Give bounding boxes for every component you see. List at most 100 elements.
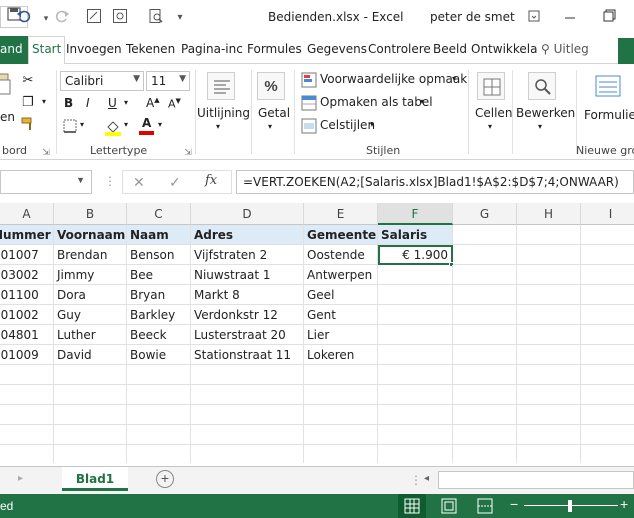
cells-dropdown-icon[interactable]: ▾ [488, 122, 492, 131]
scroll-left-icon[interactable]: ◂ [424, 473, 429, 484]
alignment-dropdown-icon[interactable]: ▾ [216, 122, 220, 131]
sheet-tab-blad1[interactable]: Blad1 [62, 467, 128, 491]
tab-tekenen[interactable]: Tekenen [126, 42, 175, 56]
table-cell[interactable]: Niuwstraat 1 [191, 265, 304, 285]
empty-cell[interactable] [517, 265, 581, 285]
cell-styles-button[interactable]: Celstijlen [320, 118, 375, 132]
tell-me[interactable]: ⚲ Uitleg [541, 42, 589, 56]
table-cell[interactable]: Geel [304, 285, 378, 305]
table-cell[interactable]: Jimmy [54, 265, 127, 285]
active-cell-f2[interactable]: € 1.900 [378, 245, 453, 265]
number-dropdown-icon[interactable]: ▾ [268, 122, 272, 131]
table-cell[interactable]: Barkley [127, 305, 191, 325]
horizontal-scrollbar[interactable] [438, 471, 634, 489]
editing-search-icon[interactable] [528, 72, 556, 100]
format-as-table-dropdown-icon[interactable]: ▾ [420, 97, 424, 106]
table-cell[interactable]: 201009 [0, 345, 54, 365]
paste-label[interactable]: en [0, 110, 15, 124]
column-header-g[interactable]: G [453, 203, 517, 225]
bold-button[interactable]: B [64, 96, 73, 110]
clipboard-launcher-icon[interactable]: ⇲ [38, 144, 54, 160]
table-cell[interactable]: 201007 [0, 245, 54, 265]
redo-icon[interactable] [52, 8, 72, 28]
table-cell[interactable]: Antwerpen [304, 265, 378, 285]
empty-cell[interactable] [517, 345, 581, 365]
ribbon-display-icon[interactable] [522, 6, 546, 28]
font-launcher-icon[interactable]: ⇲ [180, 144, 196, 160]
editing-dropdown-icon[interactable]: ▾ [538, 122, 542, 131]
copy-icon[interactable]: ❐ [20, 94, 36, 110]
borders-icon[interactable] [62, 118, 78, 134]
empty-cell[interactable] [581, 285, 634, 305]
column-header-d[interactable]: D [191, 203, 304, 225]
table-cell[interactable]: Oostende [304, 245, 378, 265]
tab-file[interactable]: and [0, 36, 28, 64]
table-cell[interactable] [378, 325, 453, 345]
paste-icon[interactable] [0, 70, 12, 106]
empty-rows[interactable] [0, 365, 634, 463]
page-layout-view-icon[interactable] [440, 498, 458, 517]
zoom-slider-thumb[interactable] [568, 500, 572, 512]
table-cell[interactable]: Brendan [54, 245, 127, 265]
table-cell[interactable]: Guy [54, 305, 127, 325]
tab-beeld[interactable]: Beeld [433, 42, 467, 56]
empty-cell[interactable] [517, 305, 581, 325]
table-cell[interactable]: Bowie [127, 345, 191, 365]
copy-dropdown-icon[interactable]: ▾ [36, 94, 52, 110]
share-area[interactable] [618, 38, 634, 64]
empty-cell[interactable] [581, 245, 634, 265]
customize-qat-icon[interactable]: ▾ [170, 8, 190, 28]
table-cell[interactable] [378, 265, 453, 285]
table-cell[interactable]: 204801 [0, 325, 54, 345]
column-header-b[interactable]: B [54, 203, 127, 225]
cut-icon[interactable]: ✂ [20, 72, 36, 88]
tab-start[interactable]: Start [28, 36, 66, 65]
header-cell-salaris[interactable]: Salaris [378, 225, 453, 245]
header-cell-voornaam[interactable]: Voornaam [54, 225, 127, 245]
tab-ontwikkelaars[interactable]: Ontwikkela [471, 42, 537, 56]
format-painter-icon[interactable] [20, 116, 36, 132]
minimize-icon[interactable] [558, 6, 582, 28]
grow-font-button[interactable]: A▲ [146, 96, 160, 110]
name-box[interactable]: ▼ [0, 170, 92, 194]
empty-cell[interactable] [453, 265, 517, 285]
zoom-out-button[interactable]: − [510, 496, 518, 512]
empty-cell[interactable] [581, 265, 634, 285]
alignment-label[interactable]: Uitlijning [197, 106, 250, 120]
table-cell[interactable]: Stationstraat 11 [191, 345, 304, 365]
empty-cell[interactable] [581, 345, 634, 365]
table-cell[interactable]: Luther [54, 325, 127, 345]
empty-cell[interactable] [453, 345, 517, 365]
shrink-font-button[interactable]: A▼ [168, 97, 181, 111]
normal-view-icon[interactable] [398, 494, 426, 518]
quick-access-icon-1[interactable] [84, 8, 104, 28]
fill-color-icon[interactable] [104, 118, 121, 136]
table-cell[interactable]: Gent [304, 305, 378, 325]
cell-styles-dropdown-icon[interactable]: ▾ [370, 120, 374, 129]
quick-access-icon-2[interactable] [110, 8, 130, 28]
underline-dropdown-icon[interactable]: ▾ [124, 98, 128, 107]
name-box-dropdown-icon[interactable]: ▼ [76, 175, 85, 185]
table-cell[interactable]: Lokeren [304, 345, 378, 365]
enter-icon[interactable]: ✓ [169, 174, 181, 191]
restore-icon[interactable] [596, 6, 620, 28]
table-cell[interactable]: Benson [127, 245, 191, 265]
alignment-icon[interactable] [207, 72, 235, 100]
empty-cell[interactable] [517, 285, 581, 305]
table-cell[interactable]: Bee [127, 265, 191, 285]
font-color-dropdown-icon[interactable]: ▾ [158, 120, 162, 129]
empty-cell[interactable] [517, 225, 581, 245]
table-cell[interactable]: Lier [304, 325, 378, 345]
cancel-icon[interactable]: ✕ [133, 174, 145, 191]
tab-pagina-indeling[interactable]: Pagina-inc [181, 42, 243, 56]
table-cell[interactable]: Markt 8 [191, 285, 304, 305]
number-label[interactable]: Getal [258, 106, 290, 120]
table-cell[interactable] [378, 305, 453, 325]
empty-cell[interactable] [453, 245, 517, 265]
empty-cell[interactable] [581, 225, 634, 245]
tab-split-icon[interactable]: ⋮ [410, 473, 422, 487]
column-header-i[interactable]: I [581, 203, 634, 225]
table-cell[interactable]: 201100 [0, 285, 54, 305]
conditional-formatting-dropdown-icon[interactable]: ▾ [452, 74, 456, 83]
column-header-e[interactable]: E [304, 203, 378, 225]
